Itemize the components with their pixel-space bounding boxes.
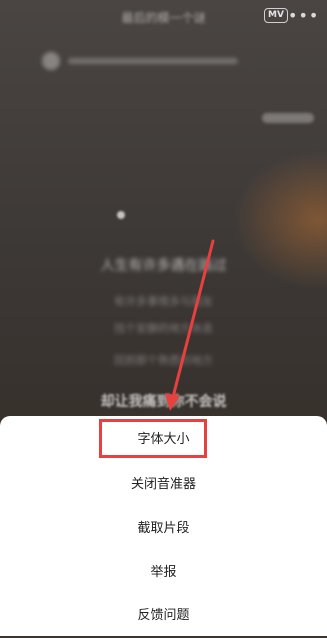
arrow-head-icon	[165, 393, 180, 411]
arrow-shaft	[171, 239, 215, 399]
annotation-arrow	[165, 239, 215, 411]
